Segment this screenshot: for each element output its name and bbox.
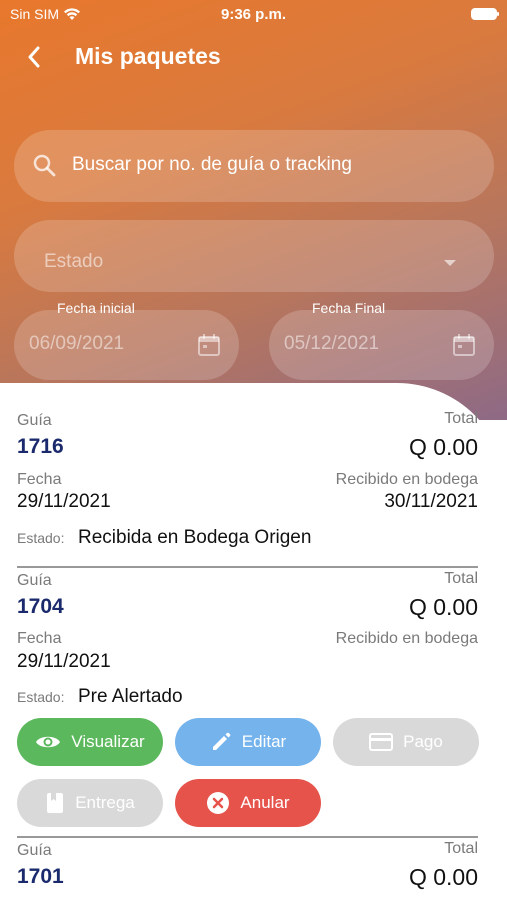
anular-label: Anular bbox=[240, 793, 290, 812]
battery-icon bbox=[471, 8, 499, 20]
dropdown-caret-icon bbox=[444, 260, 456, 266]
guia-number: 1704 bbox=[17, 595, 64, 618]
search-input[interactable]: Buscar por no. de guía o tracking bbox=[14, 130, 494, 202]
divider bbox=[17, 566, 478, 568]
fecha-inicial-field[interactable]: 06/09/2021 bbox=[14, 310, 239, 380]
recibido-value: 30/11/2021 bbox=[384, 491, 478, 512]
clock: 9:36 p.m. bbox=[220, 6, 287, 23]
guia-label: Guía bbox=[17, 842, 52, 859]
pencil-icon bbox=[212, 732, 231, 750]
fecha-value: 29/11/2021 bbox=[17, 651, 111, 672]
total-value: Q 0.00 bbox=[408, 864, 478, 890]
card-icon bbox=[369, 733, 394, 751]
search-placeholder: Buscar por no. de guía o tracking bbox=[72, 154, 352, 175]
back-button[interactable] bbox=[20, 43, 48, 71]
guia-number: 1701 bbox=[17, 865, 64, 888]
estado-value: Recibida en Bodega Origen bbox=[78, 527, 312, 548]
fecha-label: Fecha bbox=[17, 630, 62, 647]
status-bar: Sin SIM 9:36 p.m. bbox=[0, 0, 507, 30]
package-item[interactable]: Guía Total 1716 Q 0.00 Fecha Recibido en… bbox=[17, 410, 478, 560]
estado-select[interactable]: Estado bbox=[14, 220, 494, 292]
fecha-value: 29/11/2021 bbox=[17, 491, 111, 512]
editar-label: Editar bbox=[241, 732, 287, 751]
eye-icon bbox=[36, 736, 61, 748]
guia-label: Guía bbox=[17, 572, 52, 589]
editar-button[interactable]: Editar bbox=[175, 718, 321, 766]
fecha-label: Fecha bbox=[17, 471, 62, 488]
total-value: Q 0.00 bbox=[408, 434, 478, 460]
visualizar-label: Visualizar bbox=[71, 732, 145, 751]
guia-number: 1716 bbox=[17, 435, 64, 458]
total-label: Total bbox=[444, 840, 478, 857]
entrega-label: Entrega bbox=[75, 793, 135, 812]
visualizar-button[interactable]: Visualizar bbox=[17, 718, 163, 766]
nav-bar: Mis paquetes bbox=[0, 35, 507, 79]
calendar-icon bbox=[198, 334, 220, 356]
recibido-label: Recibido en bodega bbox=[335, 471, 478, 488]
book-icon bbox=[47, 793, 64, 813]
estado-label: Estado: bbox=[17, 530, 65, 546]
search-icon bbox=[33, 154, 56, 177]
estado-label: Estado: bbox=[17, 689, 65, 705]
fecha-inicial-value: 06/09/2021 bbox=[29, 333, 125, 354]
guia-label: Guía bbox=[17, 412, 52, 429]
fecha-final-field[interactable]: 05/12/2021 bbox=[269, 310, 494, 380]
pago-button[interactable]: Pago bbox=[333, 718, 479, 766]
anular-button[interactable]: Anular bbox=[175, 779, 321, 827]
close-circle-icon bbox=[207, 792, 230, 814]
fecha-final-value: 05/12/2021 bbox=[284, 333, 380, 354]
package-item[interactable]: Guía Total 1704 Q 0.00 Fecha Recibido en… bbox=[17, 570, 478, 710]
pago-label: Pago bbox=[403, 732, 443, 751]
estado-value: Pre Alertado bbox=[78, 686, 183, 707]
estado-placeholder: Estado bbox=[44, 251, 104, 272]
back-arrow-icon bbox=[28, 46, 40, 68]
total-label: Total bbox=[444, 410, 478, 427]
total-label: Total bbox=[444, 570, 478, 587]
recibido-label: Recibido en bodega bbox=[335, 630, 478, 647]
package-item[interactable]: Guía Total 1701 Q 0.00 bbox=[17, 840, 478, 900]
total-value: Q 0.00 bbox=[408, 594, 478, 620]
calendar-icon bbox=[453, 334, 475, 356]
entrega-button[interactable]: Entrega bbox=[17, 779, 163, 827]
page-title: Mis paquetes bbox=[75, 43, 221, 69]
divider bbox=[17, 836, 478, 838]
